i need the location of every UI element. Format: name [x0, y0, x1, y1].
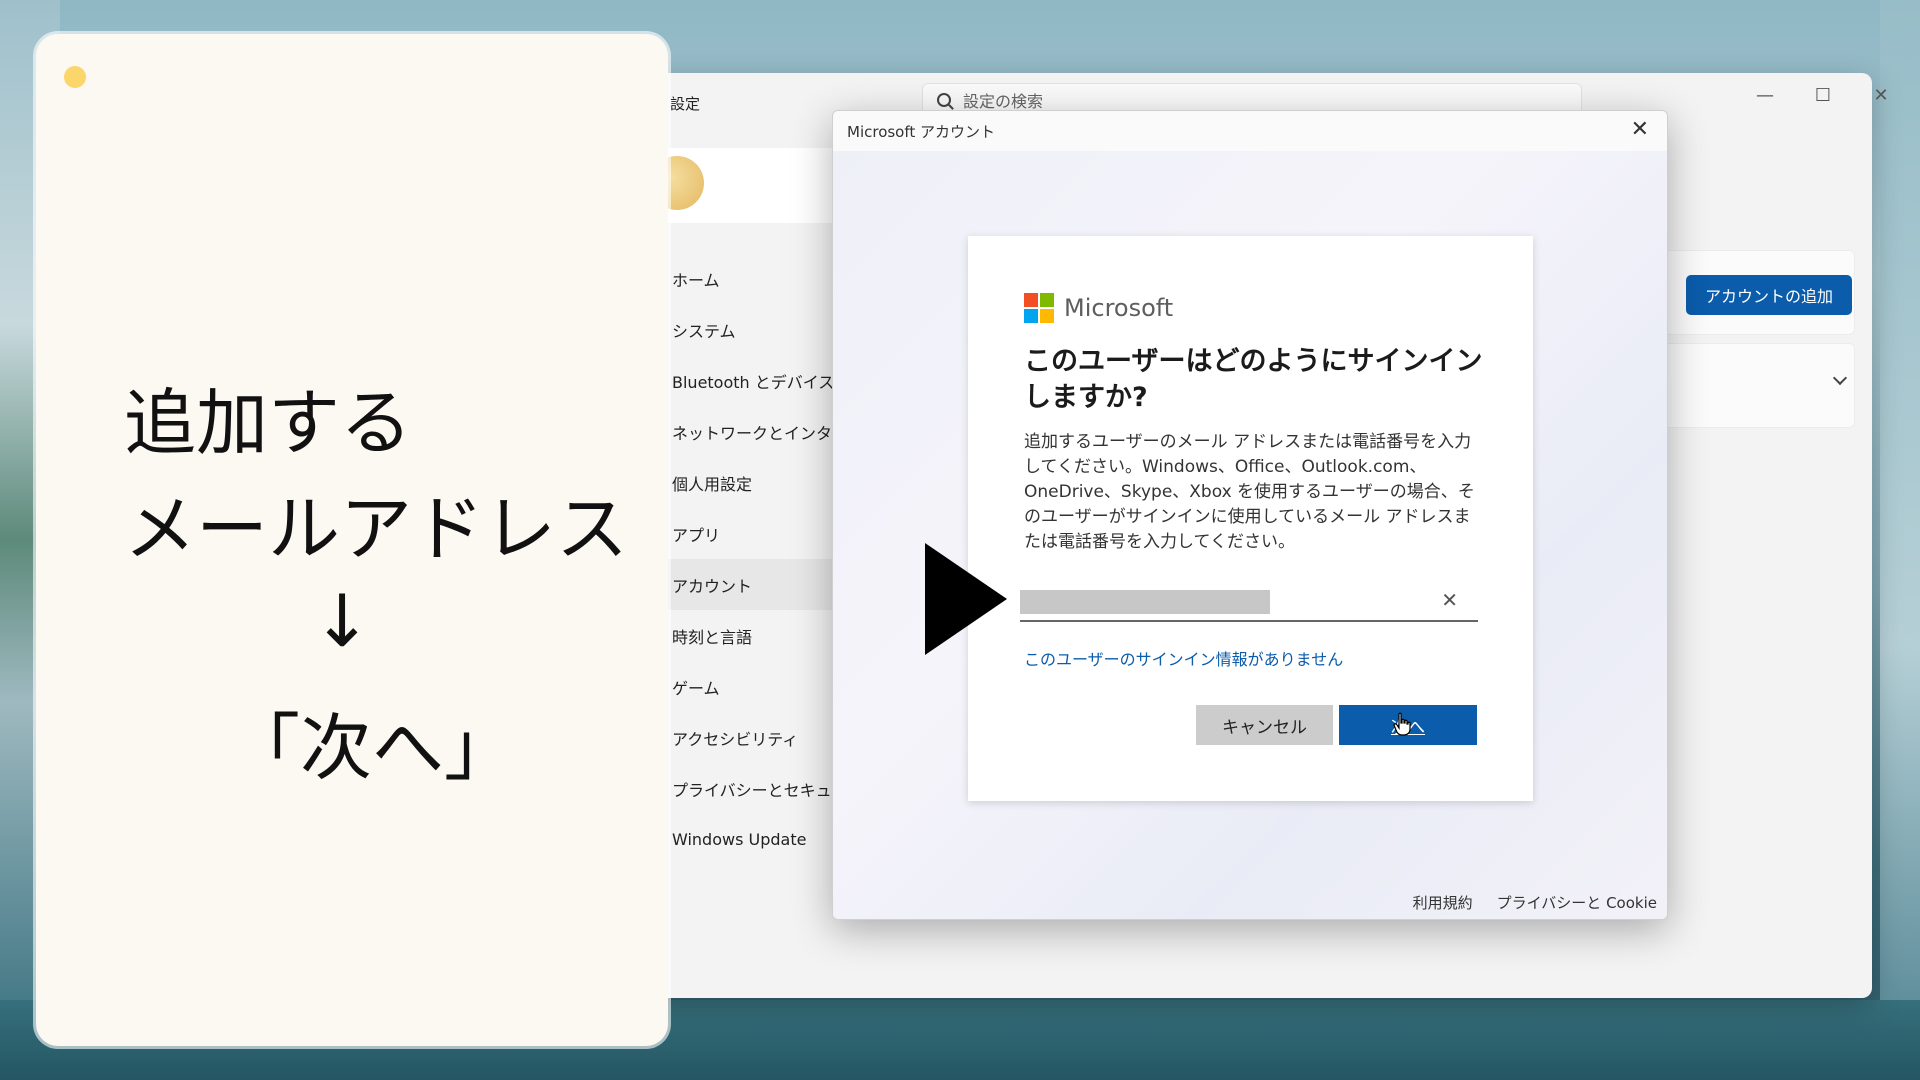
- nav-item-bluetooth[interactable]: Bluetooth とデバイス: [640, 355, 850, 406]
- no-signin-info-link[interactable]: このユーザーのサインイン情報がありません: [1024, 646, 1343, 670]
- caption-line-2: メールアドレス: [124, 487, 629, 571]
- nav-item-time-language[interactable]: 時刻と言語: [640, 610, 850, 661]
- maximize-icon[interactable]: ☐: [1808, 85, 1838, 106]
- nav-item-network[interactable]: ネットワークとインターネット: [640, 406, 850, 457]
- email-field[interactable]: ✕: [1020, 586, 1478, 622]
- signin-card: Microsoft このユーザーはどのようにサインインしますか? 追加するユーザ…: [968, 236, 1533, 801]
- nav-item-personalization[interactable]: 個人用設定: [640, 457, 850, 508]
- settings-title: 設定: [670, 95, 701, 113]
- microsoft-logo: Microsoft: [1024, 293, 1173, 323]
- microsoft-logo-icon: [1024, 293, 1054, 323]
- search-placeholder: 設定の検索: [963, 92, 1044, 111]
- microsoft-logo-text: Microsoft: [1064, 294, 1174, 322]
- nav-item-accessibility[interactable]: アクセシビリティ: [640, 712, 850, 763]
- caption-line-1: 追加する: [124, 381, 413, 465]
- microsoft-account-dialog: Microsoft アカウント ✕ Microsoft このユーザーはどのように…: [832, 110, 1668, 920]
- dialog-footer: 利用規約 プライバシーと Cookie: [1413, 892, 1657, 913]
- nav-item-home[interactable]: ホーム: [640, 253, 850, 304]
- signin-heading: このユーザーはどのようにサインインしますか?: [1024, 346, 1483, 413]
- minimize-icon[interactable]: —: [1750, 85, 1780, 106]
- hand-cursor-icon: [1393, 712, 1411, 736]
- email-value-redacted[interactable]: [1020, 590, 1270, 614]
- dialog-titlebar: Microsoft アカウント: [833, 111, 1667, 151]
- nav-item-gaming[interactable]: ゲーム: [640, 661, 850, 712]
- terms-link[interactable]: 利用規約: [1413, 892, 1473, 913]
- dialog-title: Microsoft アカウント: [847, 122, 996, 141]
- user-profile-tile[interactable]: [650, 148, 850, 223]
- caption-arrow: ↓: [312, 579, 373, 663]
- signin-description: 追加するユーザーのメール アドレスまたは電話番号を入力してください。Window…: [1024, 432, 1475, 552]
- dialog-close-icon[interactable]: ✕: [1631, 117, 1649, 142]
- desktop-wallpaper-right: [1880, 0, 1920, 1080]
- privacy-cookie-link[interactable]: プライバシーと Cookie: [1497, 892, 1657, 913]
- cancel-button[interactable]: キャンセル: [1196, 705, 1333, 745]
- clear-icon[interactable]: ✕: [1441, 588, 1458, 612]
- play-arrow-icon: [925, 543, 1007, 655]
- add-account-button[interactable]: アカウントの追加: [1686, 275, 1852, 315]
- close-icon[interactable]: ✕: [1866, 85, 1896, 106]
- nav-item-apps[interactable]: アプリ: [640, 508, 850, 559]
- nav-item-system[interactable]: システム: [640, 304, 850, 355]
- nav-item-privacy[interactable]: プライバシーとセキュリティ: [640, 763, 850, 814]
- nav-item-accounts[interactable]: アカウント: [640, 559, 850, 610]
- caption-line-3: 「次へ」: [228, 706, 517, 790]
- search-icon: [937, 93, 951, 107]
- caption-panel: 追加する メールアドレス ↓ 「次へ」: [36, 34, 668, 1046]
- settings-nav: ホーム システム Bluetooth とデバイス ネットワークとインターネット …: [640, 253, 850, 865]
- nav-item-windows-update[interactable]: Windows Update: [640, 814, 850, 865]
- caption-dot-icon: [64, 66, 86, 88]
